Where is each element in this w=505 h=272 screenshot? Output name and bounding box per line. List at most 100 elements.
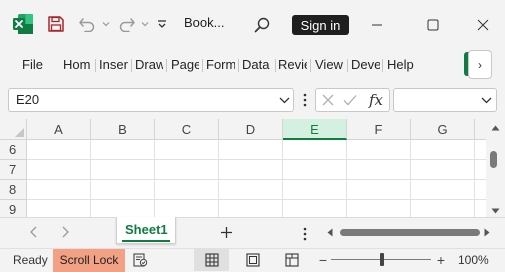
column-header-d[interactable]: D (219, 119, 283, 140)
status-ready-text: Ready (13, 253, 48, 267)
tab-separator (347, 59, 348, 72)
chevron-down-icon (481, 97, 491, 103)
grid-view-icon (204, 253, 219, 267)
cancel-entry-button[interactable] (321, 89, 335, 111)
chevron-right-icon (62, 226, 69, 238)
gridline (27, 179, 486, 180)
customize-quick-access-button[interactable] (154, 12, 170, 36)
page-layout-icon (246, 253, 260, 267)
tab-separator (310, 59, 311, 72)
name-box[interactable]: E20 (8, 88, 294, 112)
name-box-dropdown-button[interactable] (274, 88, 294, 112)
tab-separator (382, 59, 383, 72)
undo-dropdown-button[interactable] (100, 12, 112, 36)
chevron-left-icon (29, 226, 36, 238)
more-vertical-icon (303, 93, 307, 107)
previous-sheet-button[interactable] (24, 222, 42, 242)
scroll-up-button[interactable] (489, 122, 501, 134)
enter-button[interactable] (342, 89, 358, 111)
triangle-right-icon (484, 228, 490, 236)
tab-view[interactable]: View (315, 50, 344, 79)
column-header-b[interactable]: B (91, 119, 155, 140)
accessibility-button[interactable] (132, 252, 148, 268)
row-header-9[interactable]: 9 (0, 200, 27, 217)
document-title[interactable]: Book... (184, 15, 224, 30)
scroll-right-button[interactable] (481, 225, 493, 239)
select-all-button[interactable] (0, 119, 27, 140)
row-header-6[interactable]: 6 (0, 140, 27, 160)
customize-toolbar-icon (158, 20, 166, 28)
column-header-c[interactable]: C (155, 119, 219, 140)
tab-separator (202, 59, 203, 72)
excel-window: Book... Sign in File Hom Inser Draw Page… (0, 0, 505, 272)
maximize-button[interactable] (418, 10, 448, 40)
close-button[interactable] (468, 10, 498, 40)
tab-data[interactable]: Data (242, 50, 272, 79)
column-header-a[interactable]: A (27, 119, 91, 140)
zoom-in-button[interactable]: + (434, 250, 448, 270)
next-sheet-button[interactable] (56, 222, 74, 242)
tab-separator (131, 59, 132, 72)
scroll-left-button[interactable] (324, 225, 336, 239)
tab-separator (95, 59, 96, 72)
sheet-tab-label[interactable]: Sheet1 (125, 222, 168, 237)
active-sheet-indicator (122, 240, 170, 242)
save-button[interactable] (44, 12, 68, 36)
checkmark-icon (343, 95, 357, 106)
scroll-lock-indicator[interactable]: Scroll Lock (53, 249, 125, 272)
expand-formula-bar-button[interactable] (476, 88, 496, 112)
tab-draw[interactable]: Draw (135, 50, 163, 79)
search-icon (254, 17, 270, 33)
redo-dropdown-button[interactable] (139, 12, 151, 36)
column-header-g[interactable]: G (411, 119, 475, 140)
tab-separator (275, 59, 276, 72)
ribbon-tab-bar: File Hom Inser Draw Page Form Data Revie… (0, 50, 505, 79)
search-button[interactable] (249, 12, 275, 38)
column-header-h[interactable] (475, 119, 486, 140)
zoom-slider-thumb[interactable] (380, 253, 384, 266)
gridline (27, 159, 486, 160)
minimize-button[interactable] (362, 10, 392, 40)
undo-button[interactable] (74, 12, 100, 36)
new-sheet-button[interactable] (216, 222, 236, 242)
row-header-7[interactable]: 7 (0, 160, 27, 180)
triangle-left-icon (327, 228, 333, 236)
tab-file[interactable]: File (22, 50, 44, 79)
chevron-right-icon: › (478, 57, 482, 72)
save-icon (48, 16, 64, 32)
page-layout-view-button[interactable] (243, 250, 263, 270)
tab-help[interactable]: Help (387, 50, 417, 79)
worksheet-grid[interactable]: A B C D E F G 6 7 8 9 (0, 119, 486, 217)
page-break-view-button[interactable] (282, 250, 302, 270)
normal-view-button[interactable] (194, 249, 229, 271)
tab-separator (238, 59, 239, 72)
tab-review[interactable]: Revie (278, 50, 307, 79)
tab-formulas[interactable]: Form (206, 50, 235, 79)
horizontal-scroll-thumb[interactable] (340, 229, 480, 236)
tab-insert[interactable]: Inser (99, 50, 129, 79)
tab-developer[interactable]: Deve (351, 50, 380, 79)
triangle-up-icon (491, 125, 499, 131)
zoom-level[interactable]: 100% (458, 253, 489, 267)
close-icon (322, 94, 334, 106)
zoom-out-button[interactable]: − (316, 250, 330, 270)
tab-home[interactable]: Hom (63, 50, 92, 79)
chevron-down-icon (141, 22, 149, 27)
row-header-8[interactable]: 8 (0, 180, 27, 200)
vertical-scroll-thumb[interactable] (490, 151, 497, 168)
undo-icon (79, 18, 95, 32)
column-header-e[interactable]: E (283, 119, 347, 140)
column-header-f[interactable]: F (347, 119, 411, 140)
sign-in-button[interactable]: Sign in (292, 15, 349, 35)
maximize-icon (427, 19, 439, 31)
minimize-icon (372, 24, 382, 26)
sheet-bar-splitter[interactable] (300, 224, 310, 244)
scroll-down-button[interactable] (489, 205, 501, 217)
close-icon (477, 19, 489, 31)
ribbon-more-tabs-button[interactable]: › (468, 50, 492, 79)
formula-bar-options-button[interactable] (300, 88, 310, 112)
gridline (27, 199, 486, 200)
insert-function-button[interactable]: fx (366, 89, 386, 111)
tab-page-layout[interactable]: Page (171, 50, 199, 79)
redo-button[interactable] (114, 12, 140, 36)
